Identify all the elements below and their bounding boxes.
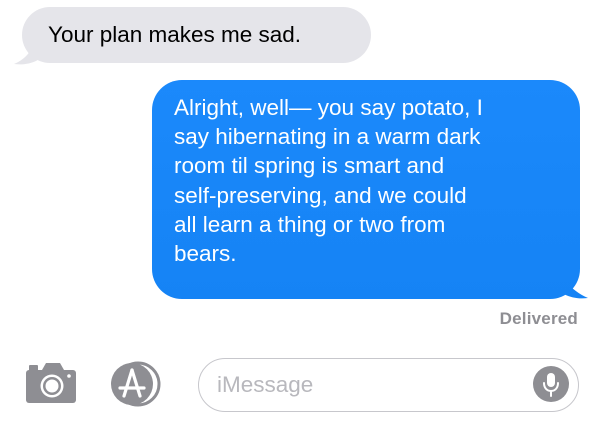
sent-message-line: all learn a thing or two from [174, 211, 446, 237]
delivery-status: Delivered [499, 309, 578, 328]
sent-message-line: say hibernating in a warm dark [174, 124, 481, 150]
camera-icon [26, 363, 76, 403]
sent-message-line: self-preserving, and we could [174, 182, 467, 208]
received-message-text: Your plan makes me sad. [48, 22, 302, 47]
app-store-icon [111, 361, 161, 407]
received-message-bubble[interactable]: Your plan makes me sad. [22, 7, 371, 63]
message-compose-field[interactable] [198, 358, 579, 412]
message-input[interactable] [217, 359, 517, 410]
camera-button[interactable] [24, 361, 78, 405]
message-thread: Your plan makes me sad. Alright, well— y… [0, 0, 604, 421]
sent-message-line: Alright, well— you say potato, I [174, 95, 483, 120]
apps-button[interactable] [106, 361, 178, 407]
sent-message-bubble[interactable]: Alright, well— you say potato, I say hib… [152, 80, 580, 299]
sent-message-line: bears. [174, 241, 237, 267]
microphone-icon[interactable] [533, 366, 569, 402]
sent-message-line: room til spring is smart and [174, 153, 445, 179]
